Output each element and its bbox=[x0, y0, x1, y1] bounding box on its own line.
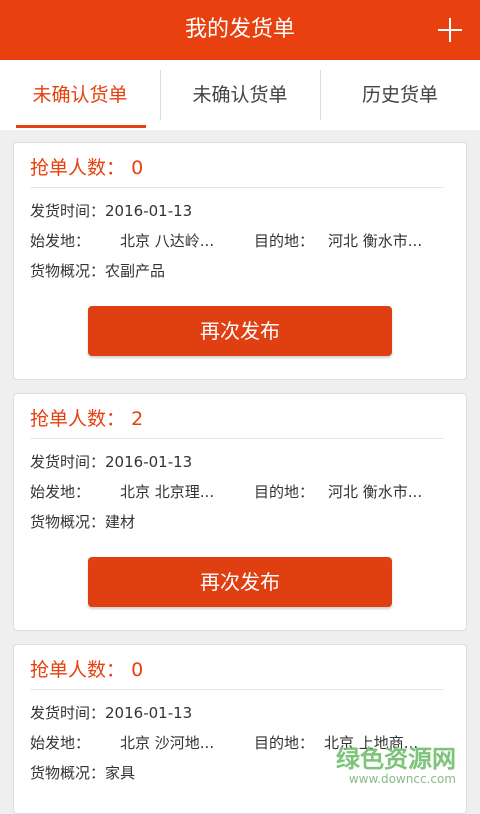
ship-time-row: 发货时间：2016-01-13 bbox=[30, 451, 192, 473]
destination-row: 目的地： 河北 衡水市... bbox=[254, 230, 422, 252]
destination-value: 河北 衡水市... bbox=[328, 483, 423, 501]
ship-time-value: 2016-01-13 bbox=[105, 453, 193, 471]
ship-time-value: 2016-01-13 bbox=[105, 704, 193, 722]
tab-unconfirmed[interactable]: 未确认货单 bbox=[0, 60, 160, 130]
grab-count: 抢单人数： 2 bbox=[30, 402, 143, 436]
origin-label: 始发地： bbox=[30, 483, 91, 501]
grab-count: 抢单人数： 0 bbox=[30, 151, 143, 185]
origin-row: 始发地： 北京 八达岭... bbox=[30, 230, 214, 252]
card-divider bbox=[30, 438, 444, 439]
origin-value: 北京 八达岭... bbox=[120, 232, 215, 250]
card-divider bbox=[30, 187, 444, 188]
origin-value: 北京 沙河地... bbox=[120, 734, 215, 752]
cargo-row: 货物概况：家具 bbox=[30, 762, 135, 784]
cargo-value: 建材 bbox=[105, 513, 136, 531]
plus-icon[interactable] bbox=[438, 18, 462, 42]
cargo-row: 货物概况：农副产品 bbox=[30, 260, 165, 282]
origin-label: 始发地： bbox=[30, 232, 91, 250]
ship-time-label: 发货时间： bbox=[30, 202, 106, 220]
cargo-value: 农副产品 bbox=[105, 262, 166, 280]
origin-row: 始发地： 北京 沙河地... bbox=[30, 732, 214, 754]
ship-time-row: 发货时间：2016-01-13 bbox=[30, 702, 192, 724]
watermark-name: 绿色资源网 bbox=[336, 745, 456, 773]
tab-bar: 未确认货单 未确认货单 历史货单 bbox=[0, 60, 480, 130]
republish-button[interactable]: 再次发布 bbox=[88, 306, 392, 356]
active-tab-indicator bbox=[16, 125, 146, 128]
destination-label: 目的地： bbox=[254, 483, 315, 501]
card-divider bbox=[30, 689, 444, 690]
destination-label: 目的地： bbox=[254, 734, 315, 752]
grab-count-value: 2 bbox=[131, 408, 144, 430]
app-bar: 我的发货单 bbox=[0, 0, 480, 60]
ship-time-label: 发货时间： bbox=[30, 704, 106, 722]
order-card: 抢单人数： 2 发货时间：2016-01-13 始发地： 北京 北京理... 目的… bbox=[13, 393, 467, 631]
origin-value: 北京 北京理... bbox=[120, 483, 215, 501]
grab-count-label: 抢单人数： bbox=[30, 157, 126, 179]
page-title: 我的发货单 bbox=[184, 17, 295, 42]
destination-row: 目的地： 河北 衡水市... bbox=[254, 481, 422, 503]
watermark-url: www.downcc.com bbox=[348, 772, 456, 786]
cargo-label: 货物概况： bbox=[30, 513, 106, 531]
grab-count-value: 0 bbox=[131, 659, 144, 681]
republish-button[interactable]: 再次发布 bbox=[88, 557, 392, 607]
ship-time-row: 发货时间：2016-01-13 bbox=[30, 200, 192, 222]
grab-count-label: 抢单人数： bbox=[30, 408, 126, 430]
tab-unconfirmed-2[interactable]: 未确认货单 bbox=[160, 60, 320, 130]
cargo-value: 家具 bbox=[105, 764, 136, 782]
tab-history[interactable]: 历史货单 bbox=[320, 60, 480, 130]
grab-count-label: 抢单人数： bbox=[30, 659, 126, 681]
order-card: 抢单人数： 0 发货时间：2016-01-13 始发地： 北京 沙河地... 目的… bbox=[13, 644, 467, 814]
origin-row: 始发地： 北京 北京理... bbox=[30, 481, 214, 503]
cargo-label: 货物概况： bbox=[30, 262, 106, 280]
grab-count: 抢单人数： 0 bbox=[30, 653, 143, 687]
ship-time-value: 2016-01-13 bbox=[105, 202, 193, 220]
destination-value: 河北 衡水市... bbox=[328, 232, 423, 250]
cargo-row: 货物概况：建材 bbox=[30, 511, 135, 533]
ship-time-label: 发货时间： bbox=[30, 453, 106, 471]
destination-label: 目的地： bbox=[254, 232, 315, 250]
order-card: 抢单人数： 0 发货时间：2016-01-13 始发地： 北京 八达岭... 目的… bbox=[13, 142, 467, 380]
watermark: 绿色资源网 www.downcc.com bbox=[336, 746, 456, 786]
origin-label: 始发地： bbox=[30, 734, 91, 752]
cargo-label: 货物概况： bbox=[30, 764, 106, 782]
grab-count-value: 0 bbox=[131, 157, 144, 179]
